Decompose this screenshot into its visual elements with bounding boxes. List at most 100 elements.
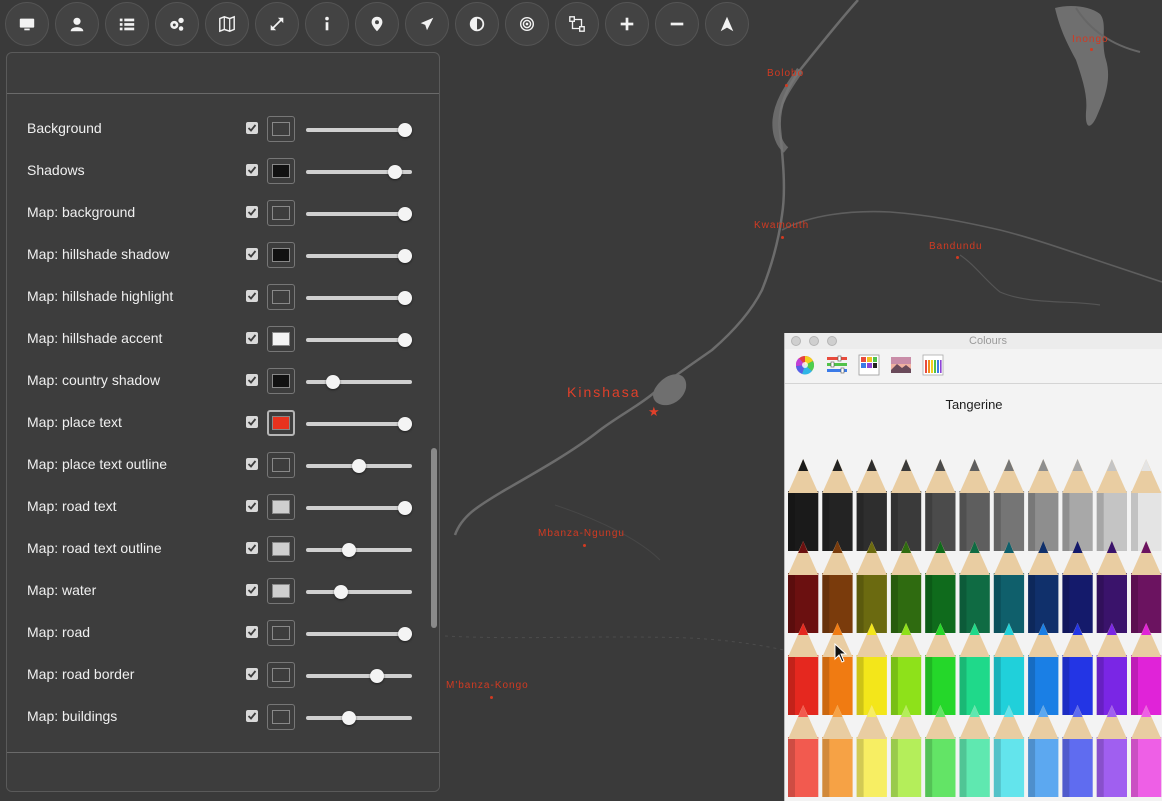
pencil[interactable] bbox=[890, 623, 922, 715]
pencil[interactable] bbox=[925, 459, 956, 551]
slider-thumb[interactable] bbox=[333, 585, 348, 599]
slider-thumb[interactable] bbox=[397, 501, 412, 515]
pencils-tab[interactable] bbox=[922, 354, 944, 376]
slider-thumb[interactable] bbox=[342, 543, 357, 557]
layer-visibility-checkbox[interactable] bbox=[246, 164, 258, 176]
pencil[interactable] bbox=[993, 459, 1025, 551]
settings-button[interactable] bbox=[155, 2, 199, 46]
layer-color-swatch[interactable] bbox=[267, 704, 295, 730]
pencil[interactable] bbox=[925, 705, 956, 797]
layer-opacity-slider[interactable] bbox=[306, 207, 412, 221]
layer-visibility-checkbox[interactable] bbox=[246, 332, 258, 344]
colours-titlebar[interactable]: Colours bbox=[785, 333, 1162, 349]
slider-thumb[interactable] bbox=[397, 417, 412, 431]
layer-visibility-checkbox[interactable] bbox=[246, 584, 258, 596]
layer-opacity-slider[interactable] bbox=[306, 459, 412, 473]
layer-visibility-checkbox[interactable] bbox=[246, 500, 258, 512]
layer-visibility-checkbox[interactable] bbox=[246, 542, 258, 554]
pencil[interactable] bbox=[1096, 541, 1127, 633]
pencil[interactable] bbox=[1028, 623, 1059, 715]
layer-color-swatch[interactable] bbox=[267, 452, 295, 478]
pencil[interactable] bbox=[788, 541, 819, 633]
slider-thumb[interactable] bbox=[370, 669, 385, 683]
slider-thumb[interactable] bbox=[397, 123, 412, 137]
pencil[interactable] bbox=[959, 459, 990, 551]
pencil[interactable] bbox=[1131, 623, 1162, 715]
layer-color-swatch[interactable] bbox=[267, 158, 295, 184]
layer-visibility-checkbox[interactable] bbox=[246, 668, 258, 680]
pencil[interactable] bbox=[788, 623, 819, 715]
pencil[interactable] bbox=[1096, 705, 1127, 797]
layer-color-swatch[interactable] bbox=[267, 242, 295, 268]
layer-opacity-slider[interactable] bbox=[306, 375, 412, 389]
layer-opacity-slider[interactable] bbox=[306, 501, 412, 515]
layer-color-swatch[interactable] bbox=[267, 494, 295, 520]
pencil[interactable] bbox=[1096, 623, 1127, 715]
layer-opacity-slider[interactable] bbox=[306, 669, 412, 683]
pencil[interactable] bbox=[1131, 459, 1162, 551]
contrast-button[interactable] bbox=[455, 2, 499, 46]
layer-visibility-checkbox[interactable] bbox=[246, 458, 258, 470]
pencil[interactable] bbox=[788, 705, 819, 797]
pencil[interactable] bbox=[1131, 705, 1162, 797]
map-button[interactable] bbox=[205, 2, 249, 46]
slider-thumb[interactable] bbox=[397, 291, 412, 305]
slider-thumb[interactable] bbox=[397, 249, 412, 263]
layer-visibility-checkbox[interactable] bbox=[246, 206, 258, 218]
pencil[interactable] bbox=[1062, 541, 1093, 633]
color-wheel-tab[interactable] bbox=[794, 354, 816, 376]
zoom-in-button[interactable] bbox=[605, 2, 649, 46]
route-button[interactable] bbox=[555, 2, 599, 46]
layer-opacity-slider[interactable] bbox=[306, 417, 412, 431]
pencil-grid[interactable] bbox=[785, 441, 1162, 801]
slider-thumb[interactable] bbox=[397, 333, 412, 347]
pencil[interactable] bbox=[1062, 623, 1093, 715]
layer-visibility-checkbox[interactable] bbox=[246, 122, 258, 134]
pencil[interactable] bbox=[993, 623, 1025, 715]
pencil[interactable] bbox=[993, 541, 1025, 633]
pencil[interactable] bbox=[925, 623, 956, 715]
pencil[interactable] bbox=[788, 459, 819, 551]
image-palettes-tab[interactable] bbox=[890, 354, 912, 376]
color-palettes-tab[interactable] bbox=[858, 354, 880, 376]
north-button[interactable] bbox=[705, 2, 749, 46]
layer-visibility-checkbox[interactable] bbox=[246, 290, 258, 302]
zoom-out-button[interactable] bbox=[655, 2, 699, 46]
layer-visibility-checkbox[interactable] bbox=[246, 374, 258, 386]
layer-opacity-slider[interactable] bbox=[306, 123, 412, 137]
fullscreen-button[interactable] bbox=[255, 2, 299, 46]
user-button[interactable] bbox=[55, 2, 99, 46]
layer-color-swatch[interactable] bbox=[267, 368, 295, 394]
slider-thumb[interactable] bbox=[388, 165, 403, 179]
pencil[interactable] bbox=[856, 623, 887, 715]
layer-opacity-slider[interactable] bbox=[306, 627, 412, 641]
slider-thumb[interactable] bbox=[325, 375, 340, 389]
pencil[interactable] bbox=[856, 459, 887, 551]
slider-thumb[interactable] bbox=[342, 711, 357, 725]
slider-thumb[interactable] bbox=[352, 459, 366, 473]
pencil[interactable] bbox=[1028, 459, 1059, 551]
layer-visibility-checkbox[interactable] bbox=[246, 710, 258, 722]
layer-color-swatch[interactable] bbox=[267, 662, 295, 688]
target-button[interactable] bbox=[505, 2, 549, 46]
pencil[interactable] bbox=[959, 541, 990, 633]
pencil[interactable] bbox=[890, 459, 922, 551]
pencil[interactable] bbox=[856, 541, 887, 633]
layer-visibility-checkbox[interactable] bbox=[246, 416, 258, 428]
slider-thumb[interactable] bbox=[397, 207, 412, 221]
slider-thumb[interactable] bbox=[397, 627, 412, 641]
layer-opacity-slider[interactable] bbox=[306, 291, 412, 305]
layer-opacity-slider[interactable] bbox=[306, 543, 412, 557]
pencil[interactable] bbox=[1028, 705, 1059, 797]
panel-scrollbar[interactable] bbox=[431, 448, 437, 628]
layer-visibility-checkbox[interactable] bbox=[246, 248, 258, 260]
list-button[interactable] bbox=[105, 2, 149, 46]
pencil[interactable] bbox=[890, 705, 922, 797]
layer-color-swatch[interactable] bbox=[267, 116, 295, 142]
layer-opacity-slider[interactable] bbox=[306, 711, 412, 725]
pencil[interactable] bbox=[1062, 705, 1093, 797]
color-sliders-tab[interactable] bbox=[826, 354, 848, 376]
location-button[interactable] bbox=[355, 2, 399, 46]
layer-color-swatch[interactable] bbox=[267, 536, 295, 562]
layer-visibility-checkbox[interactable] bbox=[246, 626, 258, 638]
